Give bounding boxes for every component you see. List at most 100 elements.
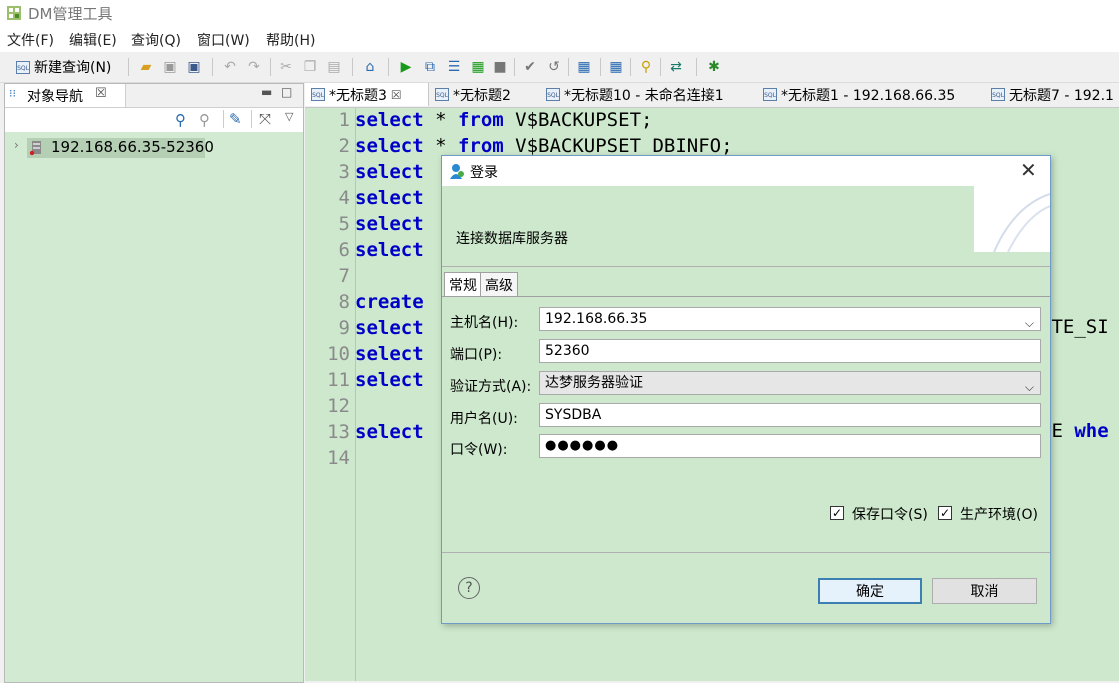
- editor-tab-5[interactable]: SQL 无标题7 - 192.1: [985, 83, 1119, 106]
- line-number: 10: [327, 343, 350, 365]
- menu-help[interactable]: 帮助(H): [266, 30, 315, 50]
- paste-icon[interactable]: ▤: [324, 57, 344, 77]
- edit-icon[interactable]: ✎: [229, 110, 242, 128]
- menu-edit[interactable]: 编辑(E): [69, 30, 117, 50]
- save-icon[interactable]: ▣: [160, 57, 180, 77]
- database-server-icon: [29, 141, 41, 156]
- code-line: select: [355, 187, 424, 209]
- toolbar-separator: [270, 58, 271, 76]
- save-all-icon[interactable]: ▣: [184, 57, 204, 77]
- editor-tab-label: *无标题10 - 未命名连接1: [564, 87, 724, 104]
- tab-advanced[interactable]: 高级: [480, 272, 518, 297]
- menu-file[interactable]: 文件(F): [7, 30, 54, 50]
- run-script-icon[interactable]: ⧉: [420, 57, 440, 77]
- code-line: select: [355, 343, 424, 365]
- host-combo[interactable]: 192.168.66.35 ⌵: [539, 307, 1041, 331]
- line-number: 7: [338, 265, 350, 287]
- stop-icon[interactable]: ■: [490, 57, 510, 77]
- dialog-body: 常规 高级 主机名(H): 192.168.66.35 ⌵ 端口(P): 523…: [442, 267, 1050, 553]
- search-icon[interactable]: ⚲: [636, 57, 656, 77]
- execute-file-icon[interactable]: ▦: [468, 57, 488, 77]
- sql-file-icon: SQL: [991, 88, 1005, 101]
- rollback-icon[interactable]: ↺: [544, 57, 564, 77]
- window-title: DM管理工具: [28, 5, 113, 23]
- line-number: 11: [327, 369, 350, 391]
- chevron-down-icon[interactable]: ⌵: [1025, 376, 1034, 398]
- editor-tab-2[interactable]: SQL *无标题2: [429, 83, 546, 106]
- view-menu-icon[interactable]: ▽: [285, 110, 293, 123]
- explain-icon[interactable]: ☰: [444, 57, 464, 77]
- sql-file-icon: SQL: [435, 88, 449, 101]
- save-password-checkbox[interactable]: ✓: [830, 506, 844, 520]
- production-env-label: 生产环境(O): [960, 507, 1038, 523]
- tab-divider: [442, 296, 1050, 297]
- connect-icon[interactable]: ⚲: [175, 111, 186, 129]
- copy-icon[interactable]: ❐: [300, 57, 320, 77]
- editor-tab-4[interactable]: SQL *无标题1 - 192.168.66.35: [757, 83, 988, 106]
- port-field[interactable]: 52360: [539, 339, 1041, 363]
- tree-item-server[interactable]: › 192.168.66.35-52360: [5, 136, 303, 158]
- ok-button[interactable]: 确定: [818, 578, 922, 604]
- line-number: 5: [338, 213, 350, 235]
- host-value: 192.168.66.35: [545, 311, 648, 327]
- line-number: 14: [327, 447, 350, 469]
- line-number: 6: [338, 239, 350, 261]
- navigator-title: 对象导航: [27, 89, 83, 105]
- code-line: select: [355, 161, 424, 183]
- line-number: 2: [338, 135, 350, 157]
- close-icon[interactable]: ☒: [391, 88, 402, 102]
- toolbar-separator: [514, 58, 515, 76]
- code-line: select: [355, 317, 424, 339]
- editor-tab-label: *无标题2: [453, 87, 511, 104]
- code-line: select * from V$BACKUPSET;: [355, 109, 653, 131]
- password-label: 口令(W):: [450, 442, 508, 458]
- collapse-all-icon[interactable]: ⤧: [259, 110, 271, 128]
- calendar-icon[interactable]: ▦: [574, 57, 594, 77]
- minimize-icon[interactable]: ▬: [261, 85, 272, 99]
- cancel-button[interactable]: 取消: [932, 578, 1037, 604]
- sql-file-icon: SQL: [16, 60, 30, 74]
- maximize-icon[interactable]: □: [281, 85, 292, 99]
- home-icon[interactable]: ⌂: [360, 57, 380, 77]
- navigator-tab[interactable]: ⁝⁝ 对象导航 ☒: [5, 84, 126, 107]
- tab-general[interactable]: 常规: [444, 272, 482, 297]
- new-query-button[interactable]: SQL 新建查询(N): [16, 56, 111, 78]
- password-field[interactable]: ●●●●●●: [539, 434, 1041, 458]
- line-number: 9: [338, 317, 350, 339]
- toolbar-separator: [600, 58, 601, 76]
- menu-window[interactable]: 窗口(W): [197, 30, 250, 50]
- schedule-icon[interactable]: ▦: [606, 57, 626, 77]
- toolbar-separator: [251, 110, 252, 128]
- close-icon[interactable]: ☒: [95, 86, 107, 101]
- dialog-title: 登录: [470, 165, 498, 181]
- close-icon[interactable]: ✕: [1020, 158, 1037, 182]
- undo-icon[interactable]: ↶: [220, 57, 240, 77]
- toolbar-separator: [660, 58, 661, 76]
- editor-tab-1[interactable]: SQL *无标题3 ☒: [305, 83, 429, 106]
- help-icon[interactable]: ?: [458, 577, 480, 599]
- debug-bug-icon[interactable]: ✱: [704, 57, 724, 77]
- commit-icon[interactable]: ✔: [520, 57, 540, 77]
- menu-query[interactable]: 查询(Q): [131, 30, 181, 50]
- dialog-banner: 连接数据库服务器: [442, 186, 1050, 267]
- cut-icon[interactable]: ✂: [276, 57, 296, 77]
- disconnect-icon[interactable]: ⚲: [199, 111, 210, 129]
- save-password-label: 保存口令(S): [852, 507, 928, 523]
- editor-tab-3[interactable]: SQL *无标题10 - 未命名连接1: [540, 83, 763, 106]
- port-label: 端口(P):: [450, 347, 503, 363]
- compare-icon[interactable]: ⇄: [666, 57, 686, 77]
- chevron-down-icon[interactable]: ⌵: [1025, 312, 1034, 334]
- redo-icon[interactable]: ↷: [244, 57, 264, 77]
- dialog-title-bar: 登录 ✕: [442, 156, 1050, 186]
- toolbar-separator: [630, 58, 631, 76]
- run-icon[interactable]: ▶: [396, 57, 416, 77]
- line-number: 4: [338, 187, 350, 209]
- menu-bar: 文件(F) 编辑(E) 查询(Q) 窗口(W) 帮助(H): [0, 26, 1119, 52]
- production-env-checkbox[interactable]: ✓: [938, 506, 952, 520]
- toolbar-separator: [128, 58, 129, 76]
- username-field[interactable]: SYSDBA: [539, 403, 1041, 427]
- auth-value: 达梦服务器验证: [545, 375, 643, 391]
- expand-arrow-icon[interactable]: ›: [14, 138, 19, 152]
- auth-method-select[interactable]: 达梦服务器验证 ⌵: [539, 371, 1041, 395]
- open-folder-icon[interactable]: ▰: [136, 57, 156, 77]
